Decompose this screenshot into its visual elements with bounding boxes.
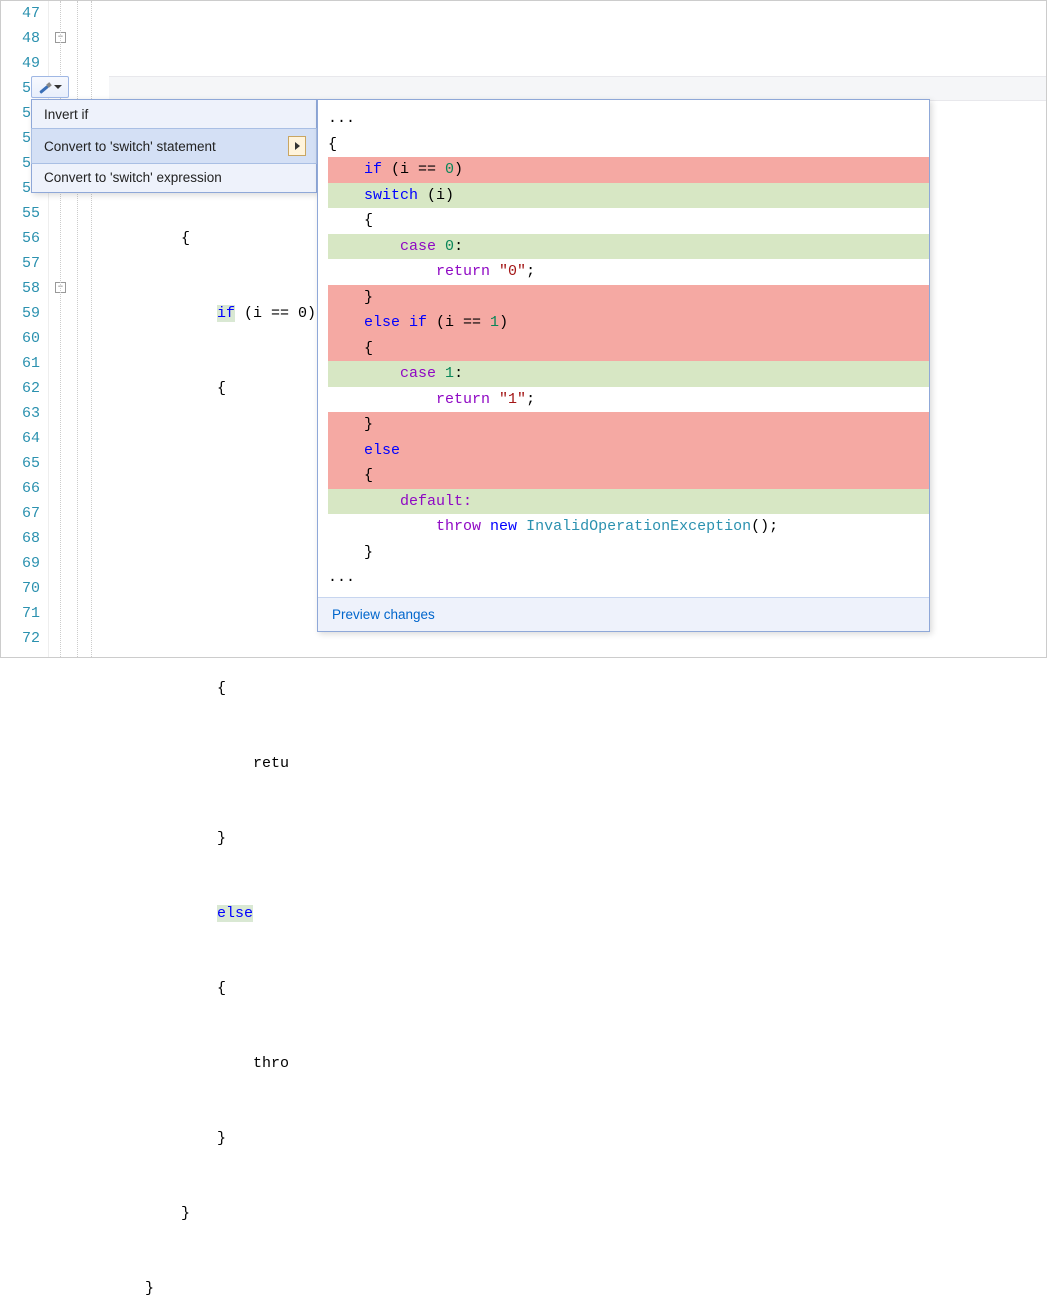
line-number: 59: [1, 301, 40, 326]
menu-item-label: Invert if: [44, 107, 88, 122]
line-number: 71: [1, 601, 40, 626]
line-number: 48: [1, 26, 40, 51]
line-number: 70: [1, 576, 40, 601]
diff-removed-line: }: [328, 412, 929, 438]
brace: }: [181, 1205, 190, 1222]
diff-added-line: case 1:: [328, 361, 929, 387]
keyword-if: if: [217, 305, 235, 322]
submenu-indicator: [288, 136, 306, 156]
code-preview-panel: ... { if (i == 0) switch (i) { case 0: r…: [317, 99, 930, 632]
line-number: 49: [1, 51, 40, 76]
chevron-right-icon: [295, 142, 300, 150]
menu-item-convert-switch-statement[interactable]: Convert to 'switch' statement: [31, 128, 317, 164]
code-text: retu: [253, 755, 289, 772]
line-number: 61: [1, 351, 40, 376]
line-number: 68: [1, 526, 40, 551]
brace: }: [217, 830, 226, 847]
menu-item-convert-switch-expression[interactable]: Convert to 'switch' expression: [32, 163, 316, 192]
preview-line: return "0";: [328, 263, 535, 280]
chevron-down-icon: [54, 85, 62, 89]
line-number: 63: [1, 401, 40, 426]
code-text: thro: [253, 1055, 289, 1072]
preview-line: {: [328, 136, 337, 153]
diff-removed-line: {: [328, 336, 929, 362]
line-number: 62: [1, 376, 40, 401]
brace: }: [217, 1130, 226, 1147]
menu-item-label: Convert to 'switch' expression: [44, 170, 222, 185]
brace: {: [181, 230, 190, 247]
quick-actions-menu: Invert if Convert to 'switch' statement …: [31, 99, 317, 193]
preview-line: }: [328, 544, 373, 561]
quick-actions-button[interactable]: [31, 76, 69, 98]
diff-added-line: default:: [328, 489, 929, 515]
diff-removed-line: else: [328, 438, 929, 464]
preview-line: ...: [328, 569, 355, 586]
preview-changes-link[interactable]: Preview changes: [318, 597, 929, 631]
menu-item-invert-if[interactable]: Invert if: [32, 100, 316, 129]
line-number: 64: [1, 426, 40, 451]
line-number: 72: [1, 626, 40, 651]
line-number: 66: [1, 476, 40, 501]
preview-diff: ... { if (i == 0) switch (i) { case 0: r…: [318, 100, 929, 597]
diff-removed-line: else if (i == 1): [328, 310, 929, 336]
diff-removed-line: }: [328, 285, 929, 311]
diff-removed-line: if (i == 0): [328, 157, 929, 183]
condition: (i == 0): [235, 305, 316, 322]
preview-line: {: [328, 212, 373, 229]
preview-line: throw new InvalidOperationException();: [328, 518, 778, 535]
line-number: 65: [1, 451, 40, 476]
line-number: 56: [1, 226, 40, 251]
screwdriver-icon: [38, 80, 52, 94]
preview-line: return "1";: [328, 391, 535, 408]
line-number: 58: [1, 276, 40, 301]
menu-item-label: Convert to 'switch' statement: [44, 139, 216, 154]
brace: {: [217, 380, 226, 397]
line-number: 57: [1, 251, 40, 276]
line-number: 67: [1, 501, 40, 526]
brace: {: [217, 680, 226, 697]
preview-line: ...: [328, 110, 355, 127]
brace: }: [145, 1280, 154, 1297]
diff-added-line: case 0:: [328, 234, 929, 260]
diff-added-line: switch (i): [328, 183, 929, 209]
line-number: 47: [1, 1, 40, 26]
brace: {: [217, 980, 226, 997]
line-number: 60: [1, 326, 40, 351]
diff-removed-line: {: [328, 463, 929, 489]
keyword-else: else: [217, 905, 253, 922]
line-number: 55: [1, 201, 40, 226]
preview-changes-label: Preview changes: [332, 607, 435, 622]
line-number: 69: [1, 551, 40, 576]
